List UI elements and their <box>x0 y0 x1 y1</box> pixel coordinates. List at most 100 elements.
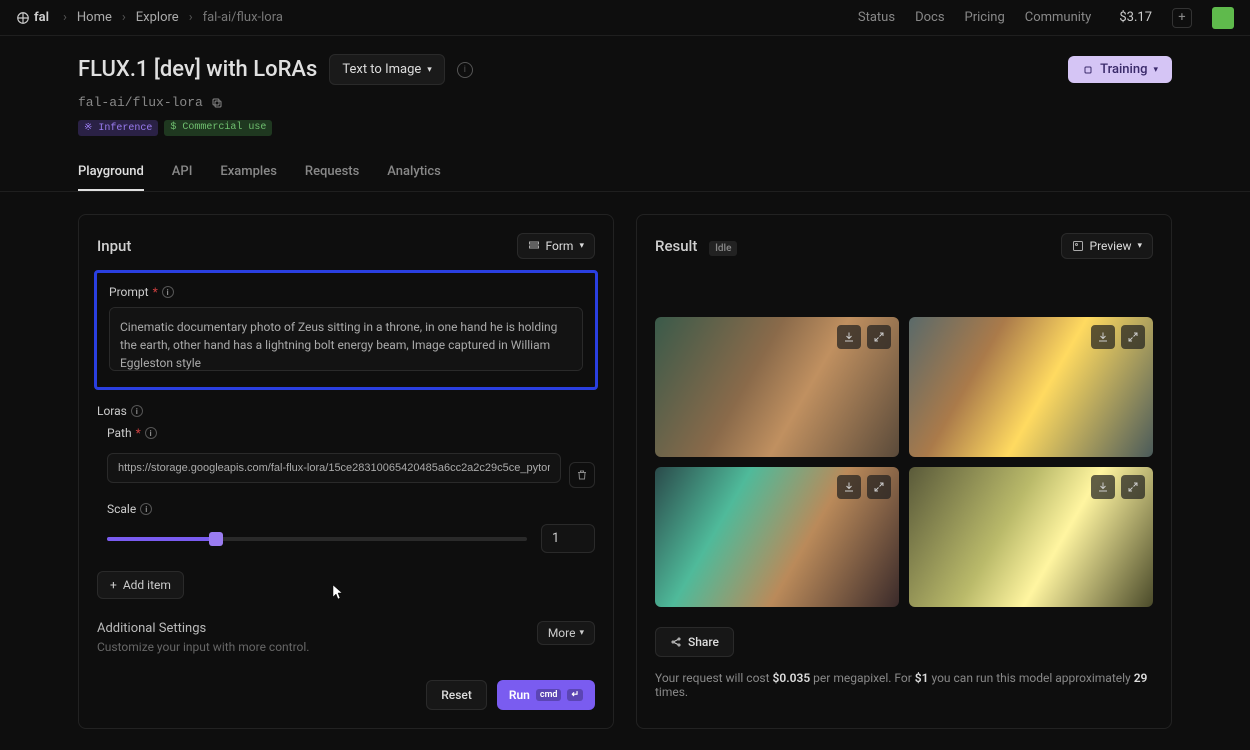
logo[interactable]: fal <box>16 10 49 25</box>
expand-icon <box>873 481 885 493</box>
tab-requests[interactable]: Requests <box>305 154 359 191</box>
status-badge: Idle <box>709 241 737 256</box>
reset-button[interactable]: Reset <box>426 680 487 710</box>
result-image[interactable] <box>655 467 899 607</box>
info-icon[interactable]: i <box>457 62 473 78</box>
slider-thumb[interactable] <box>209 532 223 546</box>
image-icon <box>1072 240 1084 252</box>
download-button[interactable] <box>1091 475 1115 499</box>
expand-button[interactable] <box>1121 325 1145 349</box>
avatar[interactable] <box>1212 7 1234 29</box>
chevron-down-icon: ▾ <box>579 241 584 251</box>
breadcrumb-explore[interactable]: Explore <box>136 10 179 25</box>
run-label: Run <box>509 688 530 702</box>
download-button[interactable] <box>837 475 861 499</box>
copy-icon[interactable] <box>211 97 223 109</box>
download-icon <box>843 331 855 343</box>
cost-info: Your request will cost $0.035 per megapi… <box>655 671 1153 699</box>
expand-icon <box>873 331 885 343</box>
expand-icon <box>1127 331 1139 343</box>
share-button[interactable]: Share <box>655 627 734 657</box>
input-panel: Input Form ▾ Prompt* i Loras i Path* <box>78 214 614 729</box>
more-button[interactable]: More ▾ <box>537 621 595 645</box>
result-image[interactable] <box>655 317 899 457</box>
scale-value[interactable]: 1 <box>541 524 595 553</box>
tab-examples[interactable]: Examples <box>220 154 277 191</box>
model-id: fal-ai/flux-lora <box>78 95 203 110</box>
badge-commercial: $ Commercial use <box>164 120 272 136</box>
breadcrumb: › Home › Explore › fal-ai/flux-lora <box>63 10 283 25</box>
chevron-right-icon: › <box>189 10 193 25</box>
result-grid <box>655 317 1153 607</box>
result-image[interactable] <box>909 467 1153 607</box>
scale-slider[interactable] <box>107 537 527 541</box>
info-icon[interactable]: i <box>140 503 152 515</box>
mode-select[interactable]: Text to Image ▾ <box>329 54 444 85</box>
tab-playground[interactable]: Playground <box>78 154 144 191</box>
badge-inference: ※ Inference <box>78 120 158 136</box>
expand-button[interactable] <box>867 325 891 349</box>
result-image[interactable] <box>909 317 1153 457</box>
result-title: Result Idle <box>655 237 737 255</box>
additional-settings: Additional Settings Customize your input… <box>97 621 595 654</box>
additional-sub: Customize your input with more control. <box>97 640 309 654</box>
share-label: Share <box>688 635 719 649</box>
download-button[interactable] <box>1091 325 1115 349</box>
path-label: Path* i <box>107 426 595 440</box>
balance: $3.17 <box>1119 10 1152 25</box>
loras-section: Loras i Path* i Scale i <box>97 404 595 599</box>
chevron-down-icon: ▾ <box>579 628 584 638</box>
download-icon <box>843 481 855 493</box>
chevron-down-icon: ▾ <box>1153 65 1158 75</box>
chevron-down-icon: ▾ <box>427 65 432 75</box>
input-title: Input <box>97 237 131 255</box>
page-title: FLUX.1 [dev] with LoRAs <box>78 57 317 82</box>
prompt-input[interactable] <box>109 307 583 371</box>
form-view-select[interactable]: Form ▾ <box>517 233 595 259</box>
result-panel: Result Idle Preview ▾ <box>636 214 1172 729</box>
loras-label: Loras i <box>97 404 595 418</box>
info-icon[interactable]: i <box>145 427 157 439</box>
kbd-icon: cmd <box>536 689 562 701</box>
form-icon <box>528 240 540 252</box>
page-header: FLUX.1 [dev] with LoRAs Text to Image ▾ … <box>0 36 1250 136</box>
add-item-button[interactable]: + Add item <box>97 571 184 599</box>
chevron-right-icon: › <box>122 10 126 25</box>
info-icon[interactable]: i <box>131 405 143 417</box>
preview-select[interactable]: Preview ▾ <box>1061 233 1153 259</box>
download-button[interactable] <box>837 325 861 349</box>
breadcrumb-current: fal-ai/flux-lora <box>203 10 283 25</box>
logo-text: fal <box>34 10 49 25</box>
training-button[interactable]: Training ▾ <box>1068 56 1172 83</box>
preview-label: Preview <box>1090 239 1132 253</box>
additional-label: Additional Settings <box>97 621 309 636</box>
breadcrumb-home[interactable]: Home <box>77 10 112 25</box>
chevron-right-icon: › <box>63 10 67 25</box>
prompt-label: Prompt* i <box>109 285 583 299</box>
expand-button[interactable] <box>867 475 891 499</box>
prompt-highlighted-box: Prompt* i <box>94 270 598 390</box>
add-credit-button[interactable]: + <box>1172 8 1192 28</box>
path-input[interactable] <box>107 453 561 483</box>
chevron-down-icon: ▾ <box>1137 241 1142 251</box>
form-label: Form <box>546 239 574 253</box>
nav-community[interactable]: Community <box>1025 10 1092 25</box>
plus-icon: + <box>110 578 117 592</box>
info-icon[interactable]: i <box>162 286 174 298</box>
trash-icon <box>576 469 588 481</box>
topbar-right: Status Docs Pricing Community $3.17 + <box>858 7 1234 29</box>
kbd-icon: ↵ <box>567 689 583 701</box>
tab-analytics[interactable]: Analytics <box>387 154 441 191</box>
download-icon <box>1097 481 1109 493</box>
run-button[interactable]: Run cmd ↵ <box>497 680 595 710</box>
nav-pricing[interactable]: Pricing <box>965 10 1005 25</box>
expand-button[interactable] <box>1121 475 1145 499</box>
main: Input Form ▾ Prompt* i Loras i Path* <box>0 192 1250 750</box>
nav-status[interactable]: Status <box>858 10 895 25</box>
tab-api[interactable]: API <box>172 154 193 191</box>
delete-lora-button[interactable] <box>569 462 595 488</box>
lora-item: Path* i Scale i <box>97 426 595 553</box>
nav-docs[interactable]: Docs <box>915 10 944 25</box>
training-label: Training <box>1100 62 1147 77</box>
topbar: fal › Home › Explore › fal-ai/flux-lora … <box>0 0 1250 36</box>
